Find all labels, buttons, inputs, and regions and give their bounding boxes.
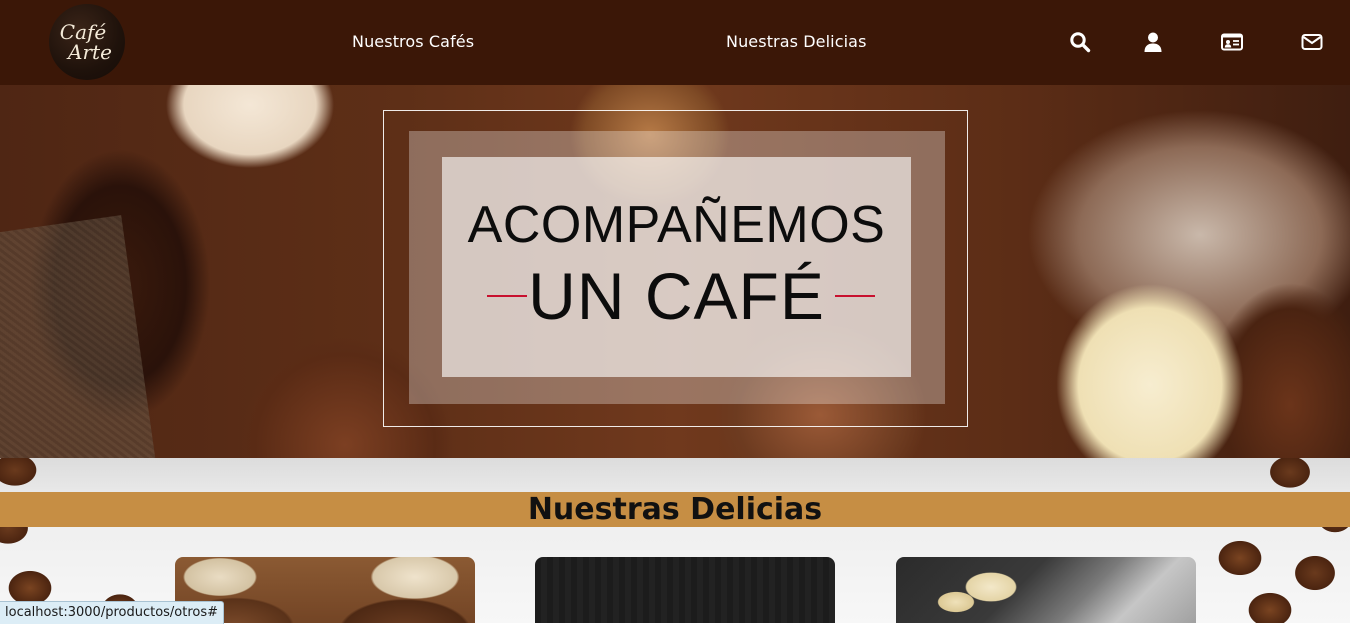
id-card-icon[interactable] [1220, 30, 1244, 54]
section-title: Nuestras Delicias [527, 492, 823, 527]
logo-text-line2: Arte [68, 40, 112, 64]
delicias-section: Nuestras Delicias [0, 458, 1350, 623]
nav-link-nuestros-cafes[interactable]: Nuestros Cafés [352, 0, 474, 85]
hero-decor-dash-left [487, 295, 527, 297]
user-icon[interactable] [1141, 30, 1165, 54]
hero-headline-line1: ACOMPAÑEMOS [467, 196, 886, 254]
product-card-dark[interactable] [535, 557, 835, 623]
hero-background-texture [0, 215, 158, 458]
search-icon[interactable] [1068, 30, 1092, 54]
hero-banner: ACOMPAÑEMOS UN CAFÉ [0, 85, 1350, 458]
cafe-arte-logo[interactable]: Café Arte [49, 4, 125, 80]
product-card-white-chocolate[interactable] [896, 557, 1196, 623]
envelope-icon[interactable] [1300, 30, 1324, 54]
status-bar-url: localhost:3000/productos/otros# [0, 601, 225, 624]
navbar: Café Arte Nuestros Cafés Nuestras Delici… [0, 0, 1350, 85]
logo-text-line1: Café [59, 20, 107, 44]
nav-link-nuestras-delicias[interactable]: Nuestras Delicias [726, 0, 867, 85]
hero-decor-dash-right [835, 295, 875, 297]
